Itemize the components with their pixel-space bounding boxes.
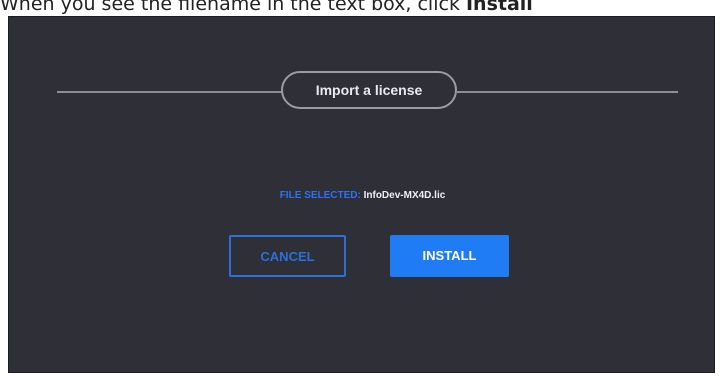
import-license-dialog: Import a license FILE SELECTED: InfoDev-… [8, 16, 715, 373]
cancel-button[interactable]: CANCEL [229, 235, 346, 277]
title-divider-left [57, 91, 283, 93]
instruction-caption: When you see the filename in the text bo… [0, 0, 722, 17]
caption-bold-text: Install [465, 0, 533, 15]
file-selected-line: FILE SELECTED: InfoDev-MX4D.lic [9, 189, 716, 203]
dialog-title: Import a license [281, 71, 457, 109]
file-name: InfoDev-MX4D.lic [363, 190, 446, 201]
install-button[interactable]: INSTALL [390, 235, 509, 277]
file-selected-label: FILE SELECTED: [279, 190, 361, 201]
caption-text: When you see the filename in the text bo… [0, 0, 466, 15]
title-divider-right [457, 91, 678, 93]
